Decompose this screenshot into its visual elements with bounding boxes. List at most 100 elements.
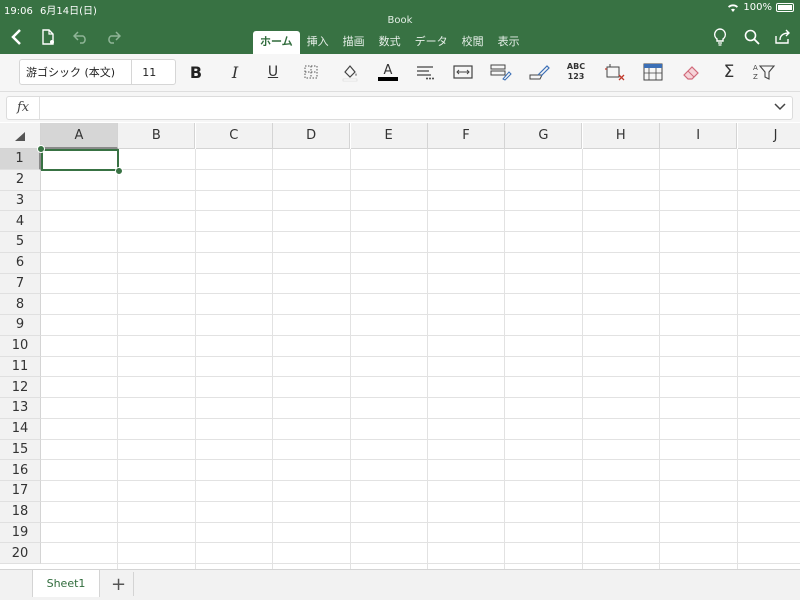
sort-filter-icon[interactable]: AZ <box>750 60 776 84</box>
column-header-h[interactable]: H <box>582 123 660 149</box>
row-gridline <box>41 417 800 419</box>
row-header-7[interactable]: 7 <box>0 273 41 295</box>
cell-styles-icon[interactable] <box>526 60 552 84</box>
sort-a-letter: A <box>753 64 758 72</box>
fx-label[interactable]: fx <box>17 100 29 115</box>
wrap-merge-icon[interactable] <box>450 60 476 84</box>
spell-check-button[interactable]: ABC 123 <box>563 60 589 84</box>
fx-separator <box>39 97 40 119</box>
row-gridline <box>41 272 800 274</box>
column-gridline <box>427 149 428 569</box>
delete-cells-icon[interactable] <box>602 60 628 84</box>
column-header-c[interactable]: C <box>195 123 273 149</box>
row-gridline <box>41 210 800 212</box>
row-gridline <box>41 521 800 523</box>
borders-icon[interactable] <box>298 60 324 84</box>
row-header-12[interactable]: 12 <box>0 377 41 398</box>
formula-input[interactable] <box>45 99 765 117</box>
freeze-panes-icon[interactable] <box>640 60 666 84</box>
row-header-1[interactable]: 1 <box>0 149 41 170</box>
row-header-3[interactable]: 3 <box>0 190 41 212</box>
selection-handle-bottom-right[interactable] <box>115 167 123 175</box>
conditional-format-icon[interactable] <box>488 60 514 84</box>
column-header-d[interactable]: D <box>273 123 351 149</box>
column-gridline <box>504 149 506 569</box>
autosum-button[interactable]: Σ <box>716 60 742 84</box>
bold-button[interactable]: B <box>183 60 209 84</box>
row-header-2[interactable]: 2 <box>0 169 41 191</box>
tab-view[interactable]: 表示 <box>491 31 527 54</box>
tab-draw[interactable]: 描画 <box>336 31 372 54</box>
row-header-18[interactable]: 18 <box>0 501 41 523</box>
column-header-j[interactable]: J <box>737 123 800 149</box>
undo-icon[interactable] <box>70 26 92 48</box>
row-header-9[interactable]: 9 <box>0 315 41 336</box>
row-gridline <box>41 500 800 502</box>
column-gridline <box>349 149 351 569</box>
row-header-14[interactable]: 14 <box>0 418 41 440</box>
select-all-corner[interactable] <box>0 123 41 149</box>
underline-button[interactable]: U <box>260 60 286 84</box>
back-icon[interactable] <box>5 26 27 48</box>
row-header-16[interactable]: 16 <box>0 460 41 481</box>
column-gridline <box>272 149 274 569</box>
tab-home[interactable]: ホーム <box>253 31 300 54</box>
row-header-13[interactable]: 13 <box>0 398 41 419</box>
column-header-g[interactable]: G <box>505 123 583 149</box>
formula-box: fx <box>6 96 793 120</box>
clear-eraser-icon[interactable] <box>678 60 704 84</box>
column-gridline <box>117 149 119 569</box>
row-header-8[interactable]: 8 <box>0 294 41 315</box>
column-header-f[interactable]: F <box>428 123 505 149</box>
row-gridline <box>41 293 800 295</box>
app-header: 19:06 6月14日(日) 100% Book ホーム 挿入 描画 数式 デー… <box>0 0 800 54</box>
row-gridline <box>41 438 800 440</box>
font-color-icon[interactable]: A <box>375 60 401 84</box>
search-icon[interactable] <box>741 26 763 48</box>
row-header-15[interactable]: 15 <box>0 439 41 461</box>
sheet-tab-sheet1[interactable]: Sheet1 <box>32 570 100 597</box>
svg-text:A: A <box>384 63 393 78</box>
row-header-5[interactable]: 5 <box>0 232 41 253</box>
fill-color-icon[interactable] <box>337 60 363 84</box>
column-header-b[interactable]: B <box>118 123 196 149</box>
row-header-6[interactable]: 6 <box>0 252 41 274</box>
row-header-17[interactable]: 17 <box>0 481 41 502</box>
tab-formulas[interactable]: 数式 <box>372 31 408 54</box>
font-size[interactable]: 11 <box>131 60 175 84</box>
column-header-a[interactable]: A <box>41 123 118 149</box>
tab-review[interactable]: 校閲 <box>455 31 491 54</box>
tab-insert[interactable]: 挿入 <box>300 31 336 54</box>
row-gridline <box>41 376 800 378</box>
file-menu-icon[interactable] <box>37 26 59 48</box>
selection-handle-top-left[interactable] <box>37 145 45 153</box>
column-gridline <box>659 149 661 569</box>
expand-formula-icon[interactable] <box>774 100 786 114</box>
selected-cell-a1[interactable] <box>41 149 119 171</box>
row-gridline <box>41 314 800 315</box>
row-gridline <box>41 168 800 170</box>
sort-z-letter: Z <box>753 73 758 81</box>
add-sheet-button[interactable]: + <box>104 572 134 596</box>
row-header-4[interactable]: 4 <box>0 211 41 232</box>
column-gridline <box>194 149 196 569</box>
row-header-11[interactable]: 11 <box>0 356 41 378</box>
spreadsheet-grid[interactable]: A B C D E F G H I J 1 2 3 4 5 6 7 8 9 10 11 12 13 14 15 16 17 18 19 2… <box>0 123 800 569</box>
column-header-i[interactable]: I <box>660 123 738 149</box>
row-header-20[interactable]: 20 <box>0 543 41 564</box>
lightbulb-icon[interactable] <box>709 26 731 48</box>
spell-check-top: ABC <box>566 62 586 71</box>
row-gridline <box>41 480 800 481</box>
formula-bar: fx <box>0 92 800 122</box>
row-header-10[interactable]: 10 <box>0 335 41 357</box>
font-selector[interactable]: 游ゴシック (本文) 11 <box>19 59 176 85</box>
align-icon[interactable] <box>412 60 438 84</box>
font-name[interactable]: 游ゴシック (本文) <box>20 64 131 80</box>
row-header-19[interactable]: 19 <box>0 522 41 544</box>
tab-data[interactable]: データ <box>408 31 455 54</box>
redo-icon[interactable] <box>102 26 124 48</box>
italic-button[interactable]: I <box>222 60 248 84</box>
column-header-e[interactable]: E <box>350 123 428 149</box>
row-gridline <box>41 459 800 461</box>
share-icon[interactable] <box>772 26 794 48</box>
